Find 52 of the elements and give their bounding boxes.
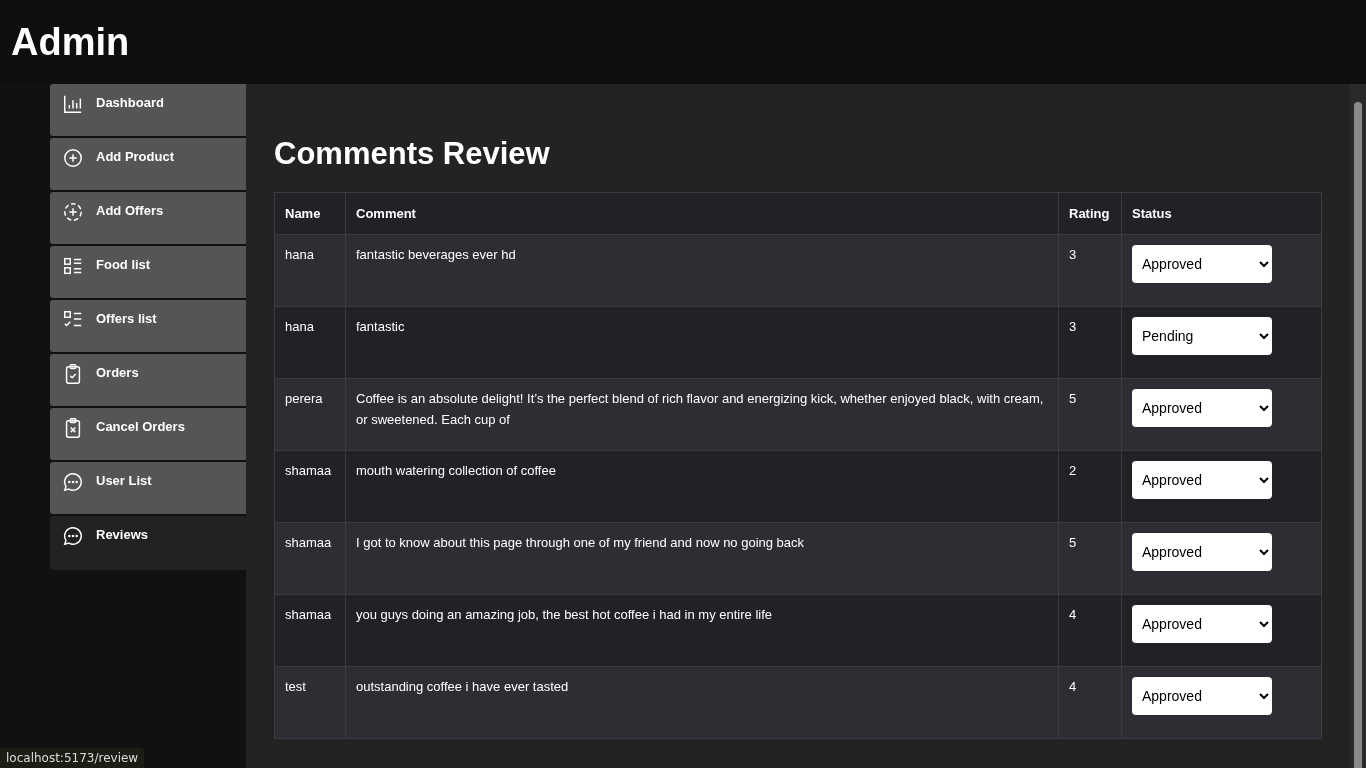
scrollbar-thumb[interactable] <box>1354 102 1362 768</box>
table-cell: 4 <box>1058 666 1122 739</box>
table-cell: 2 <box>1058 450 1122 523</box>
column-header: Status <box>1121 192 1322 235</box>
status-dropdown[interactable]: Approved <box>1132 461 1272 499</box>
sidebar-item[interactable]: Food list <box>50 246 246 298</box>
table-cell: you guys doing an amazing job, the best hot coffee i had in my entire life <box>345 594 1059 667</box>
sidebar-item[interactable]: Cancel Orders <box>50 408 246 460</box>
page-title: Comments Review <box>274 136 551 172</box>
admin-title: Admin <box>11 20 130 64</box>
table-cell: 5 <box>1058 522 1122 595</box>
table-cell: 3 <box>1058 306 1122 379</box>
table-cell: 3 <box>1058 234 1122 307</box>
sidebar-item[interactable]: Offers list <box>50 300 246 352</box>
table-cell: fantastic <box>345 306 1059 379</box>
status-dropdown[interactable]: Approved <box>1132 677 1272 715</box>
table-cell: hana <box>274 306 346 379</box>
sidebar-item[interactable]: Reviews <box>50 516 246 570</box>
column-header: Name <box>274 192 346 235</box>
chat-bubble-icon <box>62 525 84 547</box>
status-dropdown[interactable]: Approved <box>1132 389 1272 427</box>
list-icon <box>62 255 84 277</box>
table-cell: Coffee is an absolute delight! It’s the perfect blend of rich flavor and energizing kick, whether enjoyed black, with cream, or sweetened. Each cup of <box>345 378 1059 451</box>
scrollbar[interactable] <box>1350 84 1366 768</box>
plus-circle-icon <box>62 147 84 169</box>
sidebar-item[interactable]: Add Offers <box>50 192 246 244</box>
sidebar-item[interactable]: Add Product <box>50 138 246 190</box>
table-cell: shamaa <box>274 594 346 667</box>
status-dropdown[interactable]: Approved <box>1132 605 1272 643</box>
status-url: localhost:5173/review <box>0 748 145 768</box>
table-cell: 4 <box>1058 594 1122 667</box>
table-cell: hana <box>274 234 346 307</box>
table-cell: I got to know about this page through one of my friend and now no going back <box>345 522 1059 595</box>
dashed-plus-circle-icon <box>62 201 84 223</box>
table-cell: test <box>274 666 346 739</box>
table-cell: 5 <box>1058 378 1122 451</box>
sidebar-item[interactable]: User List <box>50 462 246 514</box>
column-header: Rating <box>1058 192 1122 235</box>
chart-icon <box>62 93 84 115</box>
table-cell: mouth watering collection of coffee <box>345 450 1059 523</box>
column-header: Comment <box>345 192 1059 235</box>
table-cell: shamaa <box>274 450 346 523</box>
sidebar-item[interactable]: Dashboard <box>50 84 246 136</box>
status-dropdown[interactable]: Pending <box>1132 317 1272 355</box>
chat-bubble-icon <box>62 471 84 493</box>
table-cell: outstanding coffee i have ever tasted <box>345 666 1059 739</box>
table-cell: fantastic beverages ever hd <box>345 234 1059 307</box>
table-cell: perera <box>274 378 346 451</box>
status-dropdown[interactable]: Approved <box>1132 245 1272 283</box>
table-cell: shamaa <box>274 522 346 595</box>
status-dropdown[interactable]: Approved <box>1132 533 1272 571</box>
sidebar-item[interactable]: Orders <box>50 354 246 406</box>
